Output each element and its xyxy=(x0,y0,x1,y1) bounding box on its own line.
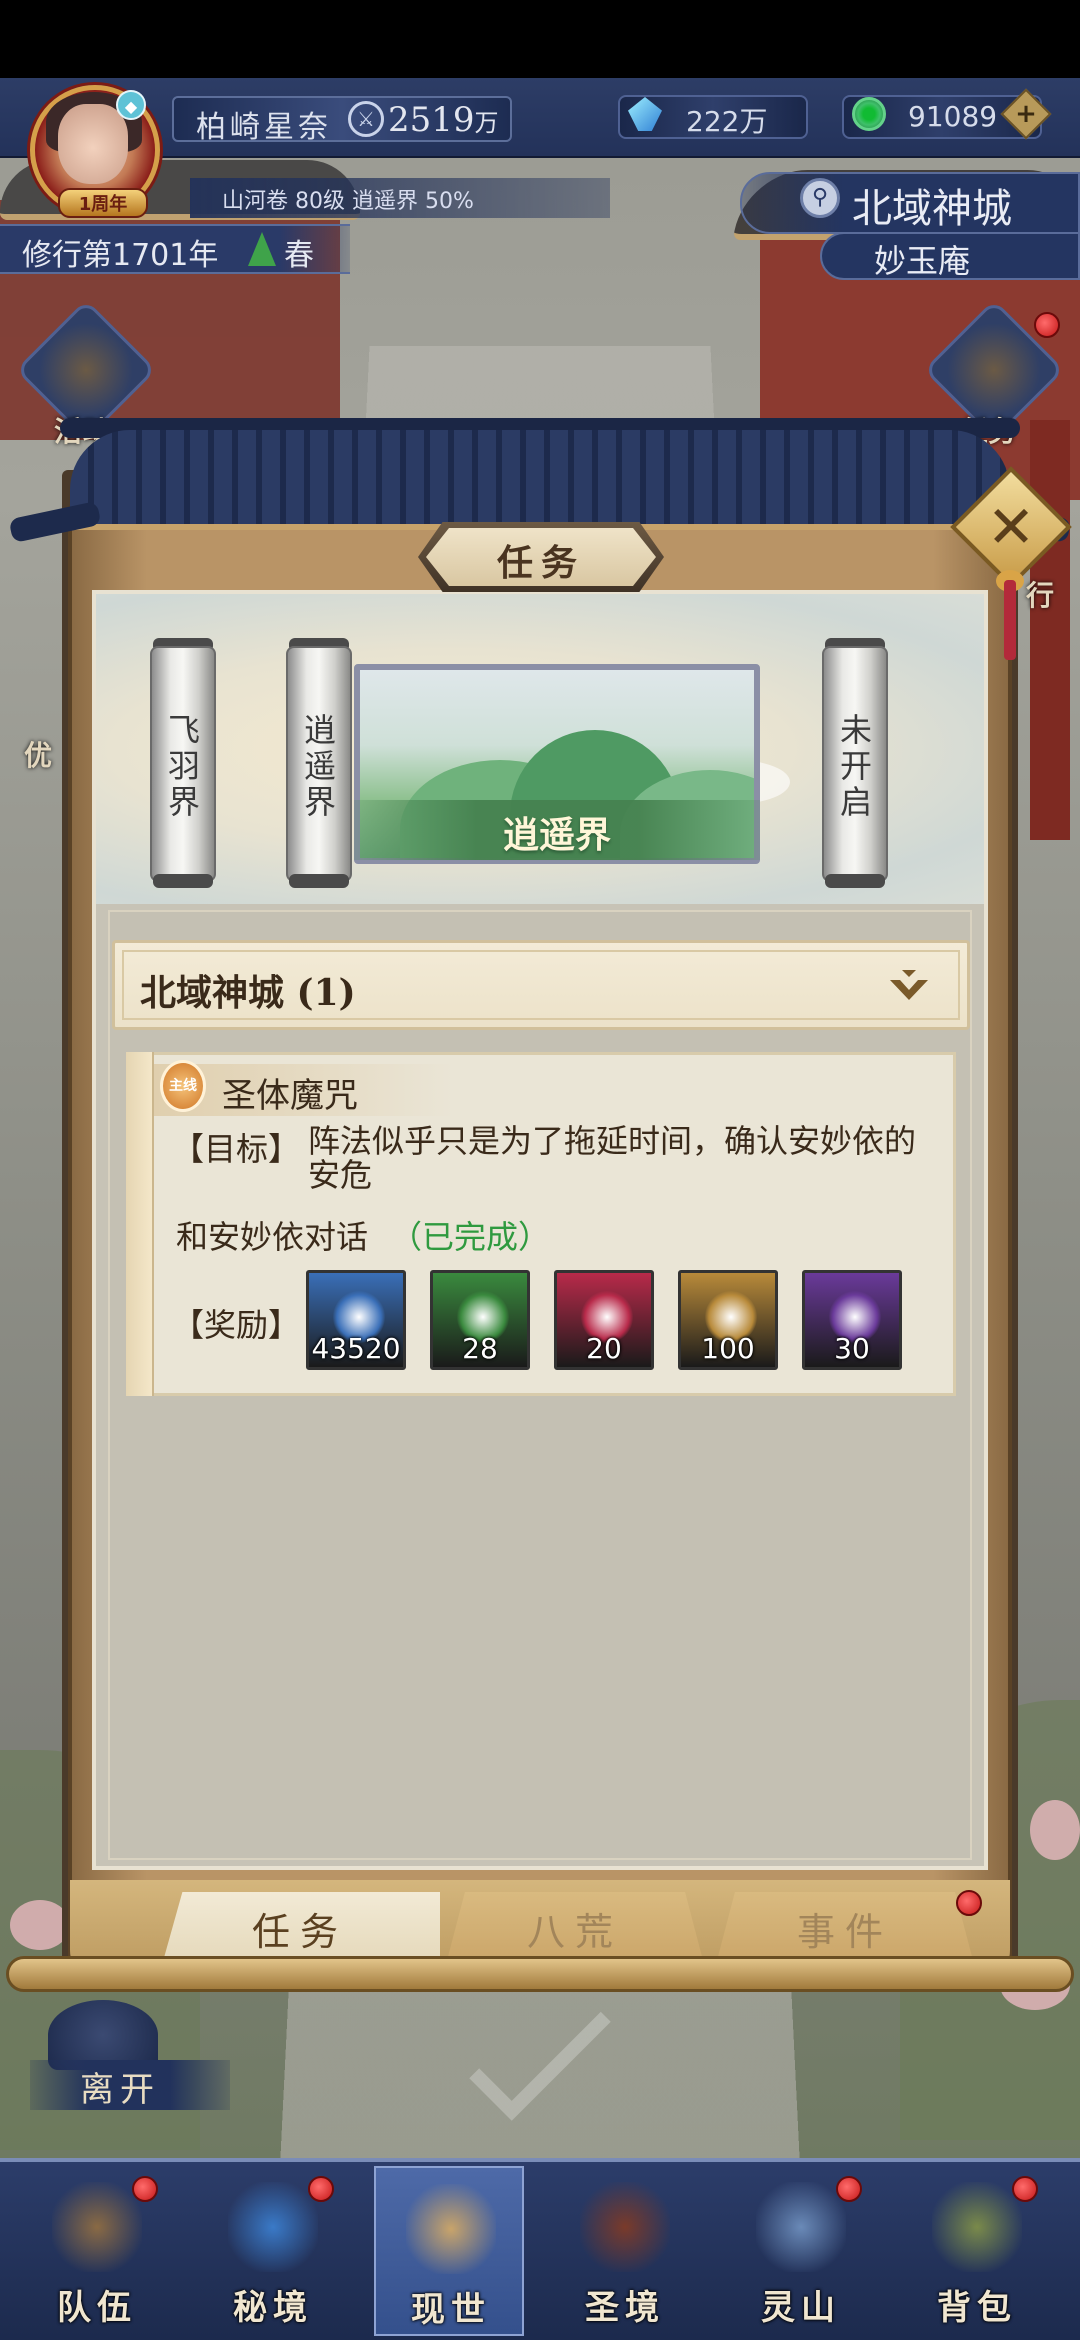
crystal-amount: 222万 xyxy=(686,105,768,138)
blossom-decoration xyxy=(1030,1800,1080,1860)
mountain-icon xyxy=(756,2182,846,2272)
notification-dot xyxy=(956,1890,982,1916)
nav-item[interactable]: 背包 xyxy=(902,2166,1052,2336)
nav-item[interactable]: 现世 xyxy=(374,2166,524,2336)
vip-icon: ◆ xyxy=(116,90,146,120)
tassel-decoration xyxy=(1004,580,1016,660)
location-pin-icon: ⚲ xyxy=(800,178,840,218)
chevron-down-icon[interactable] xyxy=(886,962,932,1008)
nav-item[interactable]: 秘境 xyxy=(198,2166,348,2336)
nav-item[interactable]: 圣境 xyxy=(550,2166,700,2336)
nav-label: 圣境 xyxy=(585,2288,665,2328)
notification-dot xyxy=(132,2176,158,2202)
power-icon: ⚔ xyxy=(348,101,384,137)
reward-quantity: 20 xyxy=(586,1332,622,1365)
location-city: 北域神城 xyxy=(852,186,1012,232)
tree-icon xyxy=(248,232,276,266)
reward-item[interactable]: 30 xyxy=(802,1270,902,1370)
cultivation-year: 修行第1701年 xyxy=(22,238,219,273)
notification-dot xyxy=(836,2176,862,2202)
panel-roof xyxy=(70,430,1010,530)
quest-card-scroll-edge xyxy=(126,1052,154,1396)
quest-goal-text: 阵法似乎只是为了拖延时间，确认安妙依的安危 xyxy=(308,1122,917,1194)
background-pillar xyxy=(1030,420,1070,840)
reward-item[interactable]: 28 xyxy=(430,1270,530,1370)
nav-item[interactable]: 灵山 xyxy=(726,2166,876,2336)
bag-icon xyxy=(932,2182,1022,2272)
reward-quantity: 43520 xyxy=(311,1332,401,1365)
selected-realm-label: 逍遥界 xyxy=(502,815,611,856)
quest-group-title: 北域神城 (1) xyxy=(140,972,356,1014)
quest-goal-label: 【目标】 xyxy=(172,1130,301,1168)
reward-quantity: 100 xyxy=(701,1332,755,1365)
reward-item[interactable]: 43520 xyxy=(306,1270,406,1370)
nav-label: 队伍 xyxy=(57,2288,137,2328)
status-bar-area xyxy=(0,0,1080,78)
player-name: 柏崎星奈 xyxy=(196,110,332,145)
combat-power: 2519万 xyxy=(388,100,499,140)
realm-scroll-label: 飞羽界 xyxy=(168,711,201,821)
reward-quantity: 28 xyxy=(462,1332,498,1365)
jade-icon xyxy=(852,97,886,131)
reward-item[interactable]: 100 xyxy=(678,1270,778,1370)
quest-objective: 和安妙依对话 xyxy=(176,1218,369,1256)
plus-icon: + xyxy=(1015,99,1037,129)
main-quest-seal-icon: 主线 xyxy=(160,1060,206,1112)
left-partial-label: 优 xyxy=(24,739,53,772)
vortex-icon xyxy=(228,2182,318,2272)
season: 春 xyxy=(284,238,314,273)
panel-scroll-rod xyxy=(6,1956,1074,1992)
blossom-decoration xyxy=(10,1900,70,1950)
scroll-cap xyxy=(825,874,885,888)
quest-reward-label: 【奖励】 xyxy=(172,1306,301,1344)
scroll-cap xyxy=(153,874,213,888)
anniversary-badge: 1周年 xyxy=(58,188,148,218)
team-icon xyxy=(52,2182,142,2272)
scroll-cap xyxy=(289,874,349,888)
right-partial-label: 行 xyxy=(1026,579,1055,612)
map-scroll-icon xyxy=(406,2184,496,2274)
nav-label: 现世 xyxy=(411,2290,491,2330)
quest-objective-status: （已完成） xyxy=(390,1218,551,1256)
nav-label: 秘境 xyxy=(233,2288,313,2328)
notification-dot xyxy=(308,2176,334,2202)
realm-scroll-label: 逍遥界 xyxy=(304,711,337,821)
nav-item[interactable]: 队伍 xyxy=(22,2166,172,2336)
realm-scroll-label: 未开启 xyxy=(840,711,873,821)
panel-title: 任务 xyxy=(496,542,585,584)
close-icon[interactable]: ✕ xyxy=(968,484,1054,570)
reward-item[interactable]: 20 xyxy=(554,1270,654,1370)
avatar-face xyxy=(58,104,128,184)
notification-dot xyxy=(1034,312,1060,338)
quest-title: 圣体魔咒 xyxy=(222,1076,358,1116)
leave-label: 离开 xyxy=(80,2070,160,2110)
nav-label: 灵山 xyxy=(761,2288,841,2328)
pavilion-icon xyxy=(580,2182,670,2272)
reward-quantity: 30 xyxy=(834,1332,870,1365)
jade-amount: 91089 xyxy=(908,100,998,133)
notification-dot xyxy=(1012,2176,1038,2202)
nav-label: 背包 xyxy=(937,2288,1017,2328)
cultivation-status: 山河卷 80级 逍遥界 50% xyxy=(222,189,474,214)
location-place: 妙玉庵 xyxy=(874,242,971,280)
